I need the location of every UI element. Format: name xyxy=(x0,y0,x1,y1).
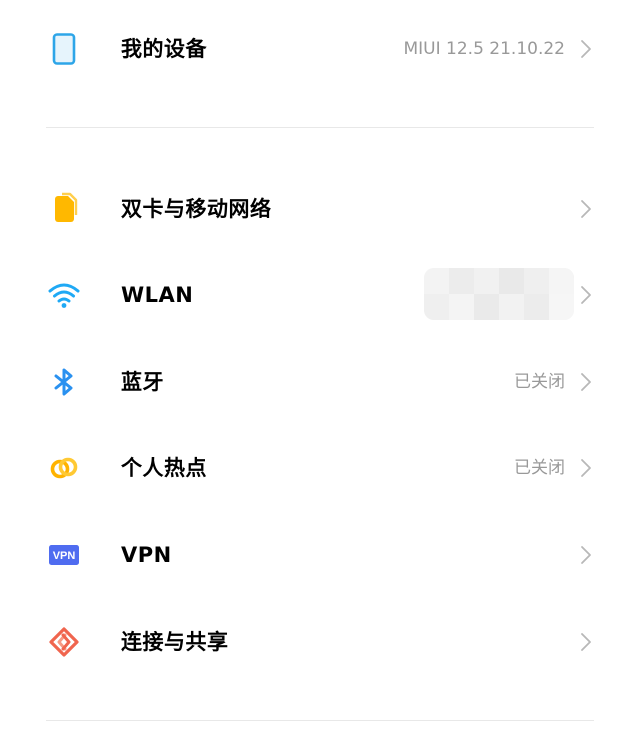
bluetooth-icon xyxy=(46,364,82,400)
tablet-icon xyxy=(46,31,82,67)
connection-sharing-label: 连接与共享 xyxy=(121,630,229,654)
chevron-right-icon xyxy=(577,37,595,61)
sim-card-icon xyxy=(46,191,82,227)
vpn-icon-text: VPN xyxy=(53,550,76,562)
vpn-label: VPN xyxy=(121,543,172,567)
connection-sharing-row[interactable]: 连接与共享 xyxy=(0,612,641,672)
blurred-network-name xyxy=(424,268,574,320)
personal-hotspot-row[interactable]: 个人热点 已关闭 xyxy=(0,438,641,498)
vpn-icon: VPN xyxy=(46,537,82,573)
chevron-right-icon xyxy=(577,370,595,394)
miui-version: MIUI 12.5 21.10.22 xyxy=(403,39,566,59)
vpn-row[interactable]: VPN VPN xyxy=(0,525,641,585)
bluetooth-label: 蓝牙 xyxy=(121,370,164,394)
bluetooth-row[interactable]: 蓝牙 已关闭 xyxy=(0,352,641,412)
sim-mobile-network-label: 双卡与移动网络 xyxy=(121,197,272,221)
hotspot-icon xyxy=(46,450,82,486)
my-device-label: 我的设备 xyxy=(121,37,207,61)
divider xyxy=(46,127,594,128)
chevron-right-icon xyxy=(577,456,595,480)
personal-hotspot-label: 个人热点 xyxy=(121,456,207,480)
divider xyxy=(46,720,594,721)
chevron-right-icon xyxy=(577,543,595,567)
chevron-right-icon xyxy=(577,197,595,221)
bluetooth-status: 已关闭 xyxy=(514,372,565,392)
chevron-right-icon xyxy=(577,283,595,307)
chevron-right-icon xyxy=(577,630,595,654)
sim-mobile-network-row[interactable]: 双卡与移动网络 xyxy=(0,179,641,239)
wifi-icon xyxy=(46,277,82,313)
connection-share-icon xyxy=(46,624,82,660)
personal-hotspot-status: 已关闭 xyxy=(514,458,565,478)
wlan-label: WLAN xyxy=(121,283,194,307)
my-device-row[interactable]: 我的设备 MIUI 12.5 21.10.22 xyxy=(0,19,641,79)
